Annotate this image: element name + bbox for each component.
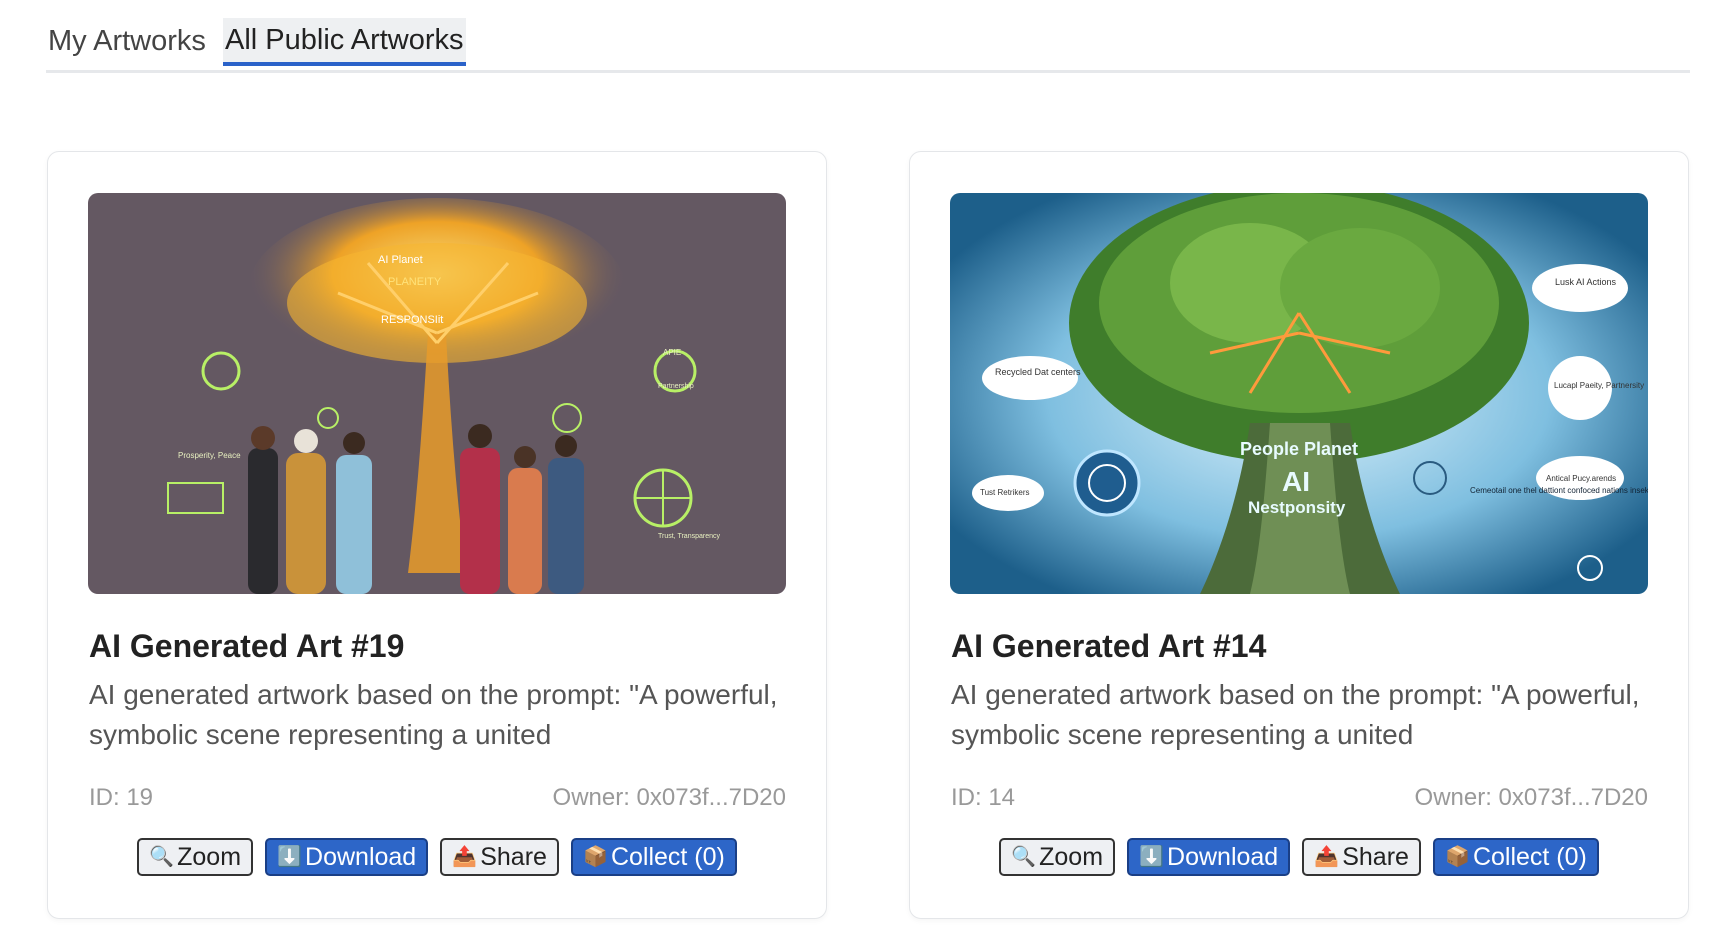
artwork-owner: Owner: 0x073f...7D20 <box>1414 784 1648 811</box>
artwork-id: ID: 19 <box>89 784 154 811</box>
artwork-image[interactable]: People Planet AI Nestponsity Recycled Da… <box>950 193 1648 594</box>
outbox-tray-icon: 📤 <box>452 846 478 868</box>
zoom-button[interactable]: 🔍 Zoom <box>137 838 254 876</box>
share-button[interactable]: 📤 Share <box>1302 838 1421 876</box>
svg-text:Lucapl Paeity, Partnersity: Lucapl Paeity, Partnersity <box>1554 381 1644 390</box>
artwork-owner: Owner: 0x073f...7D20 <box>552 784 786 811</box>
artwork-meta: ID: 19 Owner: 0x073f...7D20 <box>89 784 786 816</box>
svg-text:PLANEITY: PLANEITY <box>388 276 442 288</box>
collect-button[interactable]: 📦 Collect (0) <box>1432 838 1599 876</box>
zoom-button[interactable]: 🔍 Zoom <box>999 838 1116 876</box>
svg-text:AI: AI <box>1282 466 1310 497</box>
artwork-card: People Planet AI Nestponsity Recycled Da… <box>909 151 1689 919</box>
artwork-image[interactable]: AI Planet PLANEITY RESPONSIit Prosperity… <box>88 193 786 594</box>
card-actions: 🔍 Zoom ⬇️ Download 📤 Share 📦 Collect (0) <box>48 838 826 878</box>
tab-all-public-artworks[interactable]: All Public Artworks <box>223 18 466 66</box>
package-icon: 📦 <box>1444 846 1470 868</box>
artwork-id: ID: 14 <box>951 784 1016 811</box>
svg-text:APIE: APIE <box>663 348 681 357</box>
artwork-description: AI generated artwork based on the prompt… <box>89 679 778 750</box>
magnifier-icon: 🔍 <box>1011 846 1037 868</box>
artwork-description: AI generated artwork based on the prompt… <box>951 679 1640 750</box>
svg-text:Prosperity, Peace: Prosperity, Peace <box>178 451 241 460</box>
tab-my-artworks[interactable]: My Artworks <box>46 18 208 64</box>
share-button[interactable]: 📤 Share <box>440 838 559 876</box>
artwork-tabs: My Artworks All Public Artworks <box>46 18 1690 73</box>
svg-text:Antical Pucy.arends: Antical Pucy.arends <box>1546 474 1616 483</box>
download-button[interactable]: ⬇️ Download <box>265 838 429 876</box>
svg-text:Partnership: Partnership <box>658 383 694 390</box>
magnifier-icon: 🔍 <box>149 846 175 868</box>
artwork-meta: ID: 14 Owner: 0x073f...7D20 <box>951 784 1648 816</box>
art-label: AI Planet <box>378 254 423 266</box>
svg-text:Nestponsity: Nestponsity <box>1248 498 1346 517</box>
svg-text:People Planet: People Planet <box>1240 439 1358 459</box>
collect-button[interactable]: 📦 Collect (0) <box>570 838 737 876</box>
card-actions: 🔍 Zoom ⬇️ Download 📤 Share 📦 Collect (0) <box>910 838 1688 878</box>
download-arrow-icon: ⬇️ <box>1139 846 1164 868</box>
svg-text:Cemeotail one thel dattiont co: Cemeotail one thel dattiont confoced nat… <box>1470 486 1648 495</box>
artwork-title: AI Generated Art #19 <box>89 628 405 664</box>
svg-text:Recycled Dat centers: Recycled Dat centers <box>995 367 1081 377</box>
svg-text:Tust Retrikers: Tust Retrikers <box>980 488 1030 497</box>
svg-text:Trust, Transparency: Trust, Transparency <box>658 533 720 540</box>
package-icon: 📦 <box>582 846 608 868</box>
svg-text:Lusk AI Actions: Lusk AI Actions <box>1555 277 1617 287</box>
download-arrow-icon: ⬇️ <box>277 846 302 868</box>
artwork-title: AI Generated Art #14 <box>951 628 1267 664</box>
svg-text:RESPONSIit: RESPONSIit <box>381 314 443 326</box>
download-button[interactable]: ⬇️ Download <box>1127 838 1291 876</box>
outbox-tray-icon: 📤 <box>1314 846 1340 868</box>
artwork-card: AI Planet PLANEITY RESPONSIit Prosperity… <box>47 151 827 919</box>
